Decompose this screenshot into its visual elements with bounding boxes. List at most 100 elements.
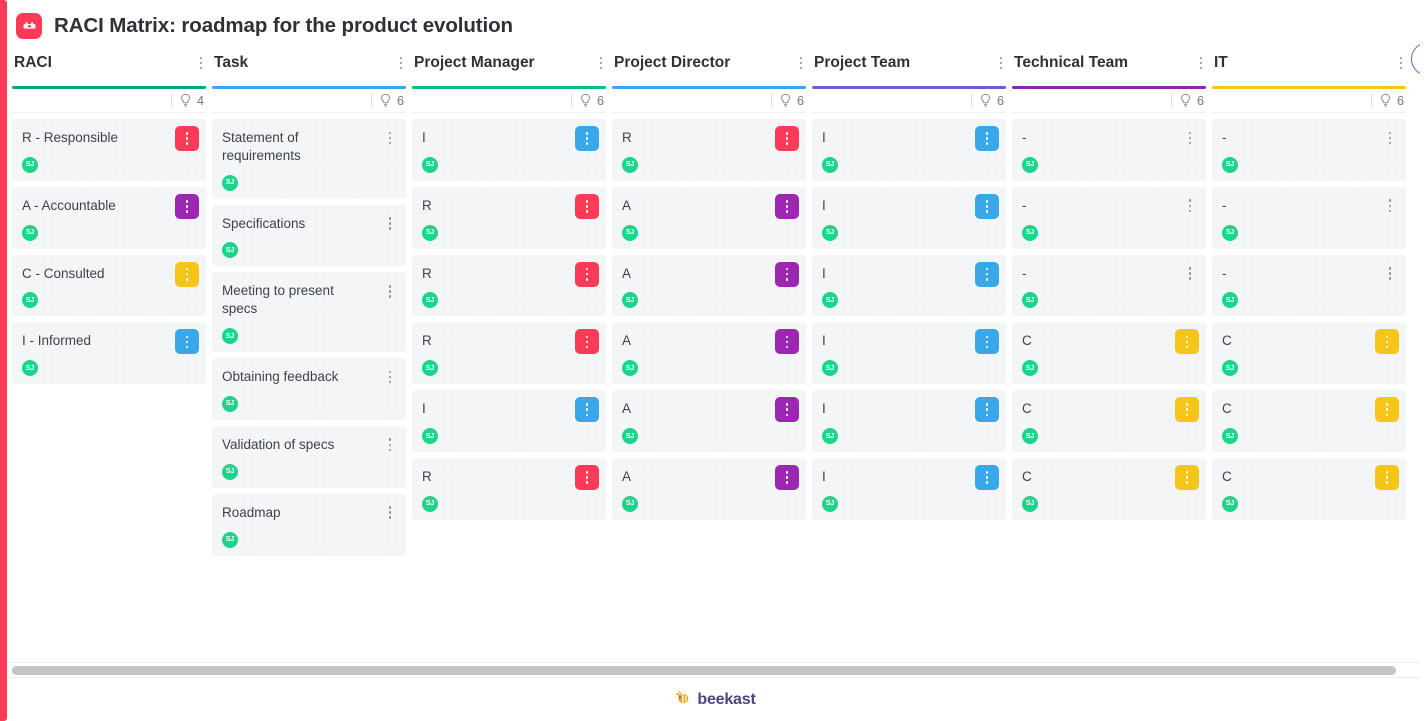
- card-menu-icon[interactable]: [975, 465, 999, 491]
- board-card[interactable]: I SJ: [412, 390, 606, 453]
- card-menu-icon[interactable]: [775, 261, 799, 287]
- card-menu-icon[interactable]: [575, 465, 599, 491]
- card-menu-icon[interactable]: [383, 128, 397, 148]
- card-menu-icon[interactable]: [775, 465, 799, 491]
- kebab-menu-icon[interactable]: [594, 54, 608, 72]
- card-menu-icon[interactable]: [975, 261, 999, 287]
- board-card[interactable]: C SJ: [1212, 458, 1406, 520]
- avatar[interactable]: SJ: [422, 428, 438, 445]
- avatar[interactable]: SJ: [822, 360, 838, 377]
- card-menu-icon[interactable]: [1375, 329, 1399, 355]
- board-card[interactable]: C SJ: [1012, 458, 1206, 520]
- board-card[interactable]: R SJ: [412, 458, 606, 520]
- avatar[interactable]: SJ: [1022, 495, 1038, 512]
- board-card[interactable]: - SJ: [1012, 119, 1206, 181]
- card-menu-icon[interactable]: [775, 329, 799, 355]
- board-card[interactable]: R SJ: [412, 186, 606, 249]
- avatar[interactable]: SJ: [822, 428, 838, 445]
- avatar[interactable]: SJ: [422, 156, 438, 173]
- avatar[interactable]: SJ: [22, 360, 38, 377]
- kebab-menu-icon[interactable]: [1394, 54, 1408, 72]
- card-menu-icon[interactable]: [575, 193, 599, 219]
- card-menu-icon[interactable]: [575, 329, 599, 355]
- avatar[interactable]: SJ: [622, 428, 638, 445]
- board-card[interactable]: - SJ: [1212, 186, 1406, 249]
- avatar[interactable]: SJ: [1022, 360, 1038, 377]
- card-menu-icon[interactable]: [775, 397, 799, 423]
- board-card[interactable]: A SJ: [612, 186, 806, 249]
- avatar[interactable]: SJ: [222, 531, 238, 548]
- avatar[interactable]: SJ: [22, 156, 38, 173]
- board-card[interactable]: Obtaining feedback SJ: [212, 358, 406, 420]
- avatar[interactable]: SJ: [1022, 428, 1038, 445]
- card-menu-icon[interactable]: [775, 126, 799, 151]
- board-card[interactable]: - SJ: [1212, 119, 1406, 181]
- avatar[interactable]: SJ: [622, 224, 638, 241]
- card-menu-icon[interactable]: [383, 435, 397, 455]
- avatar[interactable]: SJ: [1222, 360, 1238, 377]
- card-menu-icon[interactable]: [575, 261, 599, 287]
- card-menu-icon[interactable]: [1183, 128, 1197, 148]
- board-card[interactable]: R - Responsible SJ: [12, 119, 206, 181]
- horizontal-scrollbar[interactable]: [0, 662, 1428, 678]
- avatar[interactable]: SJ: [422, 360, 438, 377]
- avatar[interactable]: SJ: [1222, 156, 1238, 173]
- board-card[interactable]: - SJ: [1012, 186, 1206, 249]
- kebab-menu-icon[interactable]: [994, 54, 1008, 72]
- avatar[interactable]: SJ: [1222, 224, 1238, 241]
- board-card[interactable]: I - Informed SJ: [12, 322, 206, 385]
- card-menu-icon[interactable]: [1175, 329, 1199, 355]
- board-card[interactable]: I SJ: [812, 458, 1006, 520]
- avatar[interactable]: SJ: [22, 224, 38, 241]
- card-menu-icon[interactable]: [1375, 465, 1399, 491]
- board-card[interactable]: I SJ: [812, 186, 1006, 249]
- avatar[interactable]: SJ: [22, 292, 38, 309]
- card-menu-icon[interactable]: [975, 193, 999, 219]
- card-menu-icon[interactable]: [975, 329, 999, 355]
- avatar[interactable]: SJ: [1022, 224, 1038, 241]
- kebab-menu-icon[interactable]: [794, 54, 808, 72]
- board-card[interactable]: A SJ: [612, 390, 806, 453]
- board-card[interactable]: C SJ: [1212, 390, 1406, 453]
- avatar[interactable]: SJ: [422, 224, 438, 241]
- card-menu-icon[interactable]: [775, 193, 799, 219]
- board-card[interactable]: Statement of requirements SJ: [212, 119, 406, 199]
- avatar[interactable]: SJ: [822, 292, 838, 309]
- card-menu-icon[interactable]: [1383, 196, 1397, 216]
- avatar[interactable]: SJ: [222, 174, 238, 191]
- card-menu-icon[interactable]: [383, 367, 397, 387]
- avatar[interactable]: SJ: [1222, 292, 1238, 309]
- avatar[interactable]: SJ: [822, 224, 838, 241]
- kebab-menu-icon[interactable]: [394, 54, 408, 72]
- card-menu-icon[interactable]: [1183, 264, 1197, 284]
- card-menu-icon[interactable]: [383, 503, 397, 523]
- card-menu-icon[interactable]: [383, 214, 397, 234]
- avatar[interactable]: SJ: [1022, 156, 1038, 173]
- board-card[interactable]: I SJ: [812, 322, 1006, 385]
- board-card[interactable]: - SJ: [1012, 254, 1206, 317]
- avatar[interactable]: SJ: [222, 242, 238, 259]
- card-menu-icon[interactable]: [975, 397, 999, 423]
- avatar[interactable]: SJ: [422, 292, 438, 309]
- board-card[interactable]: A SJ: [612, 254, 806, 317]
- avatar[interactable]: SJ: [1222, 428, 1238, 445]
- avatar[interactable]: SJ: [622, 292, 638, 309]
- card-menu-icon[interactable]: [975, 126, 999, 151]
- card-menu-icon[interactable]: [1383, 128, 1397, 148]
- board-card[interactable]: A SJ: [612, 458, 806, 520]
- board-card[interactable]: A - Accountable SJ: [12, 186, 206, 249]
- card-menu-icon[interactable]: [175, 193, 199, 219]
- card-menu-icon[interactable]: [1375, 397, 1399, 423]
- avatar[interactable]: SJ: [1222, 495, 1238, 512]
- board-card[interactable]: C - Consulted SJ: [12, 254, 206, 317]
- card-menu-icon[interactable]: [175, 329, 199, 355]
- avatar[interactable]: SJ: [822, 495, 838, 512]
- board-card[interactable]: I SJ: [812, 390, 1006, 453]
- board-card[interactable]: I SJ: [812, 254, 1006, 317]
- avatar[interactable]: SJ: [622, 495, 638, 512]
- avatar[interactable]: SJ: [622, 360, 638, 377]
- board-card[interactable]: C SJ: [1012, 322, 1206, 385]
- board-card[interactable]: C SJ: [1212, 322, 1406, 385]
- board-card[interactable]: - SJ: [1212, 254, 1406, 317]
- avatar[interactable]: SJ: [222, 395, 238, 412]
